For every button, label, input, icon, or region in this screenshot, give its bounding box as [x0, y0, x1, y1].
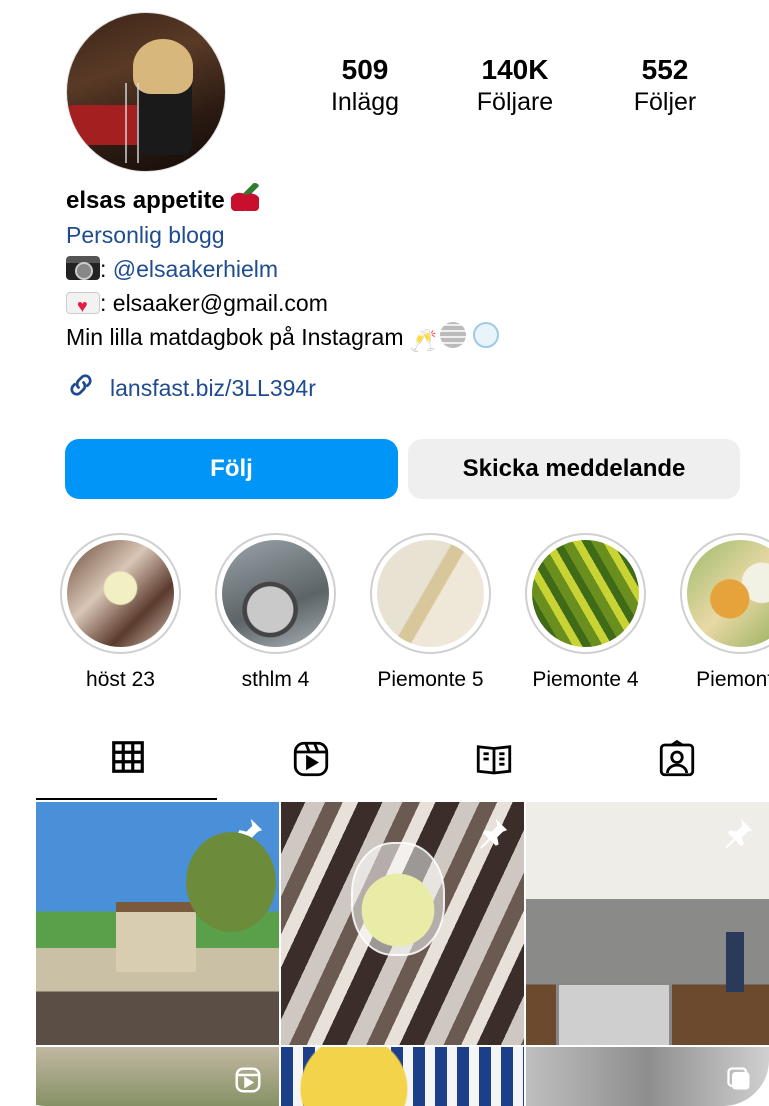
highlight-item[interactable]: Piemonte 4	[525, 533, 646, 692]
stat-followers[interactable]: 140K Följare	[450, 54, 580, 118]
highlight-item[interactable]: Piemonte 5	[370, 533, 491, 692]
pin-icon	[721, 816, 755, 855]
stat-following-label: Följer	[633, 88, 697, 116]
bubbles-icon	[472, 322, 499, 348]
highlight-item[interactable]: Piemonte	[680, 533, 769, 692]
tab-reels[interactable]	[219, 728, 402, 800]
profile-avatar[interactable]	[66, 12, 226, 172]
highlight-cover	[532, 540, 639, 647]
highlight-label: höst 23	[86, 668, 155, 691]
stat-following-value: 552	[641, 54, 689, 85]
tab-tagged[interactable]	[586, 728, 769, 800]
profile-link-text: lansfast.biz/3LL394r	[110, 374, 316, 401]
cherry-icon	[231, 183, 260, 211]
highlight-label: Piemonte 5	[377, 668, 484, 691]
active-tab-indicator	[36, 798, 217, 800]
pin-icon	[231, 816, 265, 855]
stat-posts-value: 509	[341, 54, 389, 85]
camera-flash-icon	[66, 256, 100, 280]
bio-line1-prefix: :	[100, 256, 113, 282]
guides-icon	[473, 738, 515, 785]
profile-link[interactable]: lansfast.biz/3LL394r	[66, 370, 316, 406]
post-thumbnail[interactable]	[281, 1047, 524, 1106]
profile-stats: 509 Inlägg 140K Följare 552 Följer	[300, 54, 730, 118]
grid-icon	[109, 738, 147, 781]
post-thumbnail[interactable]	[281, 802, 524, 1045]
stat-posts[interactable]: 509 Inlägg	[300, 54, 430, 118]
stat-followers-label: Följare	[476, 88, 554, 116]
disco-ball-icon	[440, 322, 467, 348]
highlight-label: sthlm 4	[241, 668, 310, 691]
post-thumbnail[interactable]	[526, 1047, 769, 1106]
highlight-cover	[377, 540, 484, 647]
link-icon	[66, 370, 96, 406]
stat-following[interactable]: 552 Följer	[600, 54, 730, 118]
follow-button[interactable]: Följ	[65, 439, 398, 499]
profile-bio: elsas appetite Personlig blogg : @elsaak…	[66, 183, 746, 354]
highlight-cover	[67, 540, 174, 647]
tab-posts[interactable]	[36, 728, 219, 800]
highlight-label: Piemonte 4	[532, 668, 639, 691]
profile-category[interactable]: Personlig blogg	[66, 218, 746, 252]
post-thumbnail[interactable]	[36, 802, 279, 1045]
message-button[interactable]: Skicka meddelande	[408, 439, 740, 499]
pin-icon	[476, 816, 510, 855]
bio-email: : elsaaker@gmail.com	[100, 290, 328, 316]
profile-screen: 509 Inlägg 140K Följare 552 Följer elsas…	[0, 0, 769, 1106]
highlight-item[interactable]: höst 23	[60, 533, 181, 692]
stat-followers-value: 140K	[481, 54, 549, 85]
reels-icon	[290, 738, 332, 785]
highlight-cover	[222, 540, 329, 647]
reels-icon	[233, 1065, 263, 1100]
bio-mention-link[interactable]: @elsaakerhielm	[113, 256, 278, 282]
champagne-glasses-icon: 🥂	[409, 328, 438, 353]
bio-description: Min lilla matdagbok på Instagram	[66, 324, 404, 350]
highlight-label: Piemonte	[696, 668, 769, 691]
highlight-item[interactable]: sthlm 4	[215, 533, 336, 692]
profile-name: elsas appetite	[66, 187, 225, 214]
stat-posts-label: Inlägg	[330, 88, 400, 116]
love-letter-icon	[66, 289, 100, 323]
profile-tabs	[36, 728, 769, 800]
post-thumbnail[interactable]	[526, 802, 769, 1045]
story-highlights: höst 23 sthlm 4 Piemonte 5 Piemonte 4 Pi…	[60, 533, 769, 692]
post-thumbnail[interactable]	[36, 1047, 279, 1106]
tagged-icon	[656, 738, 698, 785]
tab-guides[interactable]	[403, 728, 586, 800]
highlight-cover	[687, 540, 769, 647]
carousel-icon	[725, 1065, 753, 1098]
posts-grid	[36, 802, 769, 1106]
